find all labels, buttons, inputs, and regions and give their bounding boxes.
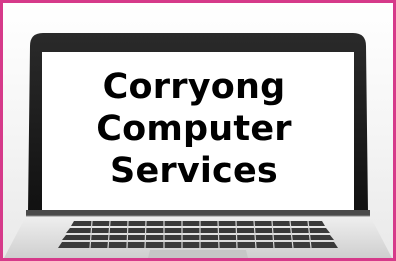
business-name: Corryong Computer Services: [46, 54, 342, 204]
laptop-hinge: [26, 210, 370, 216]
trackpad: [148, 250, 248, 258]
business-name-line-3: Services: [110, 151, 278, 191]
business-name-line-2: Computer: [96, 109, 292, 149]
business-name-line-1: Corryong: [102, 67, 286, 107]
